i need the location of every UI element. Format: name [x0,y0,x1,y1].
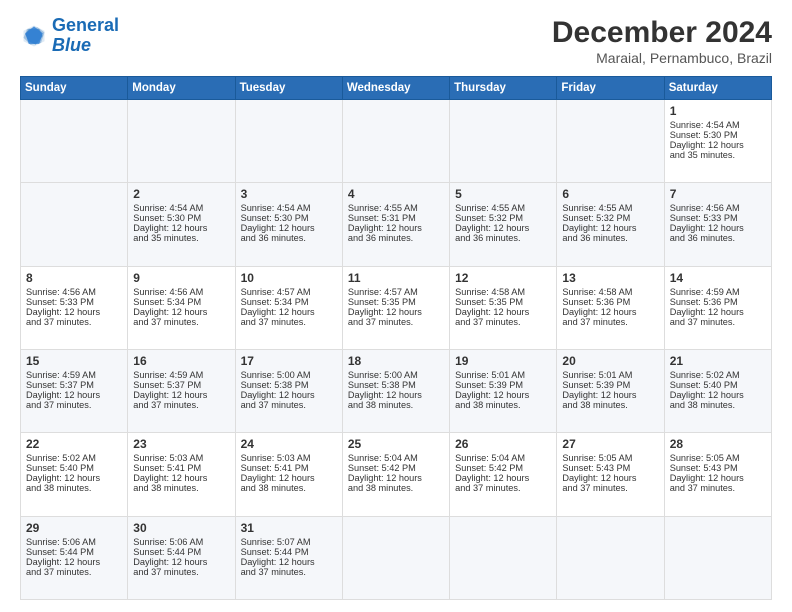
calendar-table: SundayMondayTuesdayWednesdayThursdayFrid… [20,76,772,600]
day-cell: 2Sunrise: 4:54 AMSunset: 5:30 PMDaylight… [128,183,235,266]
day-cell: 6Sunrise: 4:55 AMSunset: 5:32 PMDaylight… [557,183,664,266]
logo-icon [20,22,48,50]
calendar-body: 1Sunrise: 4:54 AMSunset: 5:30 PMDaylight… [21,100,772,600]
empty-day-cell [128,100,235,183]
day-cell: 21Sunrise: 5:02 AMSunset: 5:40 PMDayligh… [664,349,771,432]
day-of-week-header: Saturday [664,77,771,100]
day-number: 3 [241,187,337,201]
day-number: 23 [133,437,229,451]
calendar-week: 2Sunrise: 4:54 AMSunset: 5:30 PMDaylight… [21,183,772,266]
day-number: 27 [562,437,658,451]
day-number: 19 [455,354,551,368]
day-of-week-header: Monday [128,77,235,100]
day-cell: 24Sunrise: 5:03 AMSunset: 5:41 PMDayligh… [235,433,342,516]
day-number: 21 [670,354,766,368]
page: General Blue December 2024 Maraial, Pern… [0,0,792,612]
logo-line2: Blue [52,35,91,55]
day-number: 11 [348,271,444,285]
day-cell: 10Sunrise: 4:57 AMSunset: 5:34 PMDayligh… [235,266,342,349]
day-cell: 1Sunrise: 4:54 AMSunset: 5:30 PMDaylight… [664,100,771,183]
day-cell: 19Sunrise: 5:01 AMSunset: 5:39 PMDayligh… [450,349,557,432]
day-number: 2 [133,187,229,201]
empty-day-cell [450,100,557,183]
day-number: 16 [133,354,229,368]
day-cell: 29Sunrise: 5:06 AMSunset: 5:44 PMDayligh… [21,516,128,599]
main-title: December 2024 [552,16,772,50]
day-cell: 23Sunrise: 5:03 AMSunset: 5:41 PMDayligh… [128,433,235,516]
day-cell: 16Sunrise: 4:59 AMSunset: 5:37 PMDayligh… [128,349,235,432]
empty-day-cell [342,516,449,599]
subtitle: Maraial, Pernambuco, Brazil [552,50,772,66]
day-cell: 22Sunrise: 5:02 AMSunset: 5:40 PMDayligh… [21,433,128,516]
empty-day-cell [664,516,771,599]
logo-line1: General [52,15,119,35]
day-number: 14 [670,271,766,285]
calendar-week: 22Sunrise: 5:02 AMSunset: 5:40 PMDayligh… [21,433,772,516]
empty-day-cell [557,100,664,183]
day-cell: 9Sunrise: 4:56 AMSunset: 5:34 PMDaylight… [128,266,235,349]
day-number: 15 [26,354,122,368]
day-of-week-header: Thursday [450,77,557,100]
day-number: 20 [562,354,658,368]
empty-day-cell [342,100,449,183]
day-cell: 8Sunrise: 4:56 AMSunset: 5:33 PMDaylight… [21,266,128,349]
day-of-week-header: Friday [557,77,664,100]
day-number: 7 [670,187,766,201]
day-cell: 27Sunrise: 5:05 AMSunset: 5:43 PMDayligh… [557,433,664,516]
title-block: December 2024 Maraial, Pernambuco, Brazi… [552,16,772,66]
day-number: 18 [348,354,444,368]
day-number: 28 [670,437,766,451]
calendar-week: 15Sunrise: 4:59 AMSunset: 5:37 PMDayligh… [21,349,772,432]
day-cell: 17Sunrise: 5:00 AMSunset: 5:38 PMDayligh… [235,349,342,432]
empty-day-cell [557,516,664,599]
logo: General Blue [20,16,119,56]
day-cell: 3Sunrise: 4:54 AMSunset: 5:30 PMDaylight… [235,183,342,266]
day-number: 4 [348,187,444,201]
empty-day-cell [21,183,128,266]
day-cell: 18Sunrise: 5:00 AMSunset: 5:38 PMDayligh… [342,349,449,432]
logo-text: General Blue [52,16,119,56]
day-number: 22 [26,437,122,451]
day-cell: 5Sunrise: 4:55 AMSunset: 5:32 PMDaylight… [450,183,557,266]
day-of-week-header: Wednesday [342,77,449,100]
day-number: 5 [455,187,551,201]
day-cell: 14Sunrise: 4:59 AMSunset: 5:36 PMDayligh… [664,266,771,349]
day-of-week-header: Tuesday [235,77,342,100]
day-number: 13 [562,271,658,285]
day-number: 1 [670,104,766,118]
day-cell: 30Sunrise: 5:06 AMSunset: 5:44 PMDayligh… [128,516,235,599]
empty-day-cell [235,100,342,183]
day-cell: 11Sunrise: 4:57 AMSunset: 5:35 PMDayligh… [342,266,449,349]
day-cell: 31Sunrise: 5:07 AMSunset: 5:44 PMDayligh… [235,516,342,599]
empty-day-cell [21,100,128,183]
day-number: 8 [26,271,122,285]
empty-day-cell [450,516,557,599]
day-cell: 20Sunrise: 5:01 AMSunset: 5:39 PMDayligh… [557,349,664,432]
day-cell: 12Sunrise: 4:58 AMSunset: 5:35 PMDayligh… [450,266,557,349]
day-cell: 26Sunrise: 5:04 AMSunset: 5:42 PMDayligh… [450,433,557,516]
day-number: 29 [26,521,122,535]
day-of-week-header: Sunday [21,77,128,100]
day-cell: 15Sunrise: 4:59 AMSunset: 5:37 PMDayligh… [21,349,128,432]
day-number: 25 [348,437,444,451]
day-number: 9 [133,271,229,285]
calendar-week: 8Sunrise: 4:56 AMSunset: 5:33 PMDaylight… [21,266,772,349]
day-cell: 13Sunrise: 4:58 AMSunset: 5:36 PMDayligh… [557,266,664,349]
day-cell: 25Sunrise: 5:04 AMSunset: 5:42 PMDayligh… [342,433,449,516]
day-number: 24 [241,437,337,451]
day-number: 6 [562,187,658,201]
header: General Blue December 2024 Maraial, Pern… [20,16,772,66]
day-number: 30 [133,521,229,535]
day-number: 17 [241,354,337,368]
calendar-week: 29Sunrise: 5:06 AMSunset: 5:44 PMDayligh… [21,516,772,599]
day-cell: 28Sunrise: 5:05 AMSunset: 5:43 PMDayligh… [664,433,771,516]
day-number: 31 [241,521,337,535]
day-number: 26 [455,437,551,451]
calendar-week: 1Sunrise: 4:54 AMSunset: 5:30 PMDaylight… [21,100,772,183]
days-of-week-header: SundayMondayTuesdayWednesdayThursdayFrid… [21,77,772,100]
day-cell: 4Sunrise: 4:55 AMSunset: 5:31 PMDaylight… [342,183,449,266]
day-cell: 7Sunrise: 4:56 AMSunset: 5:33 PMDaylight… [664,183,771,266]
day-number: 10 [241,271,337,285]
day-number: 12 [455,271,551,285]
